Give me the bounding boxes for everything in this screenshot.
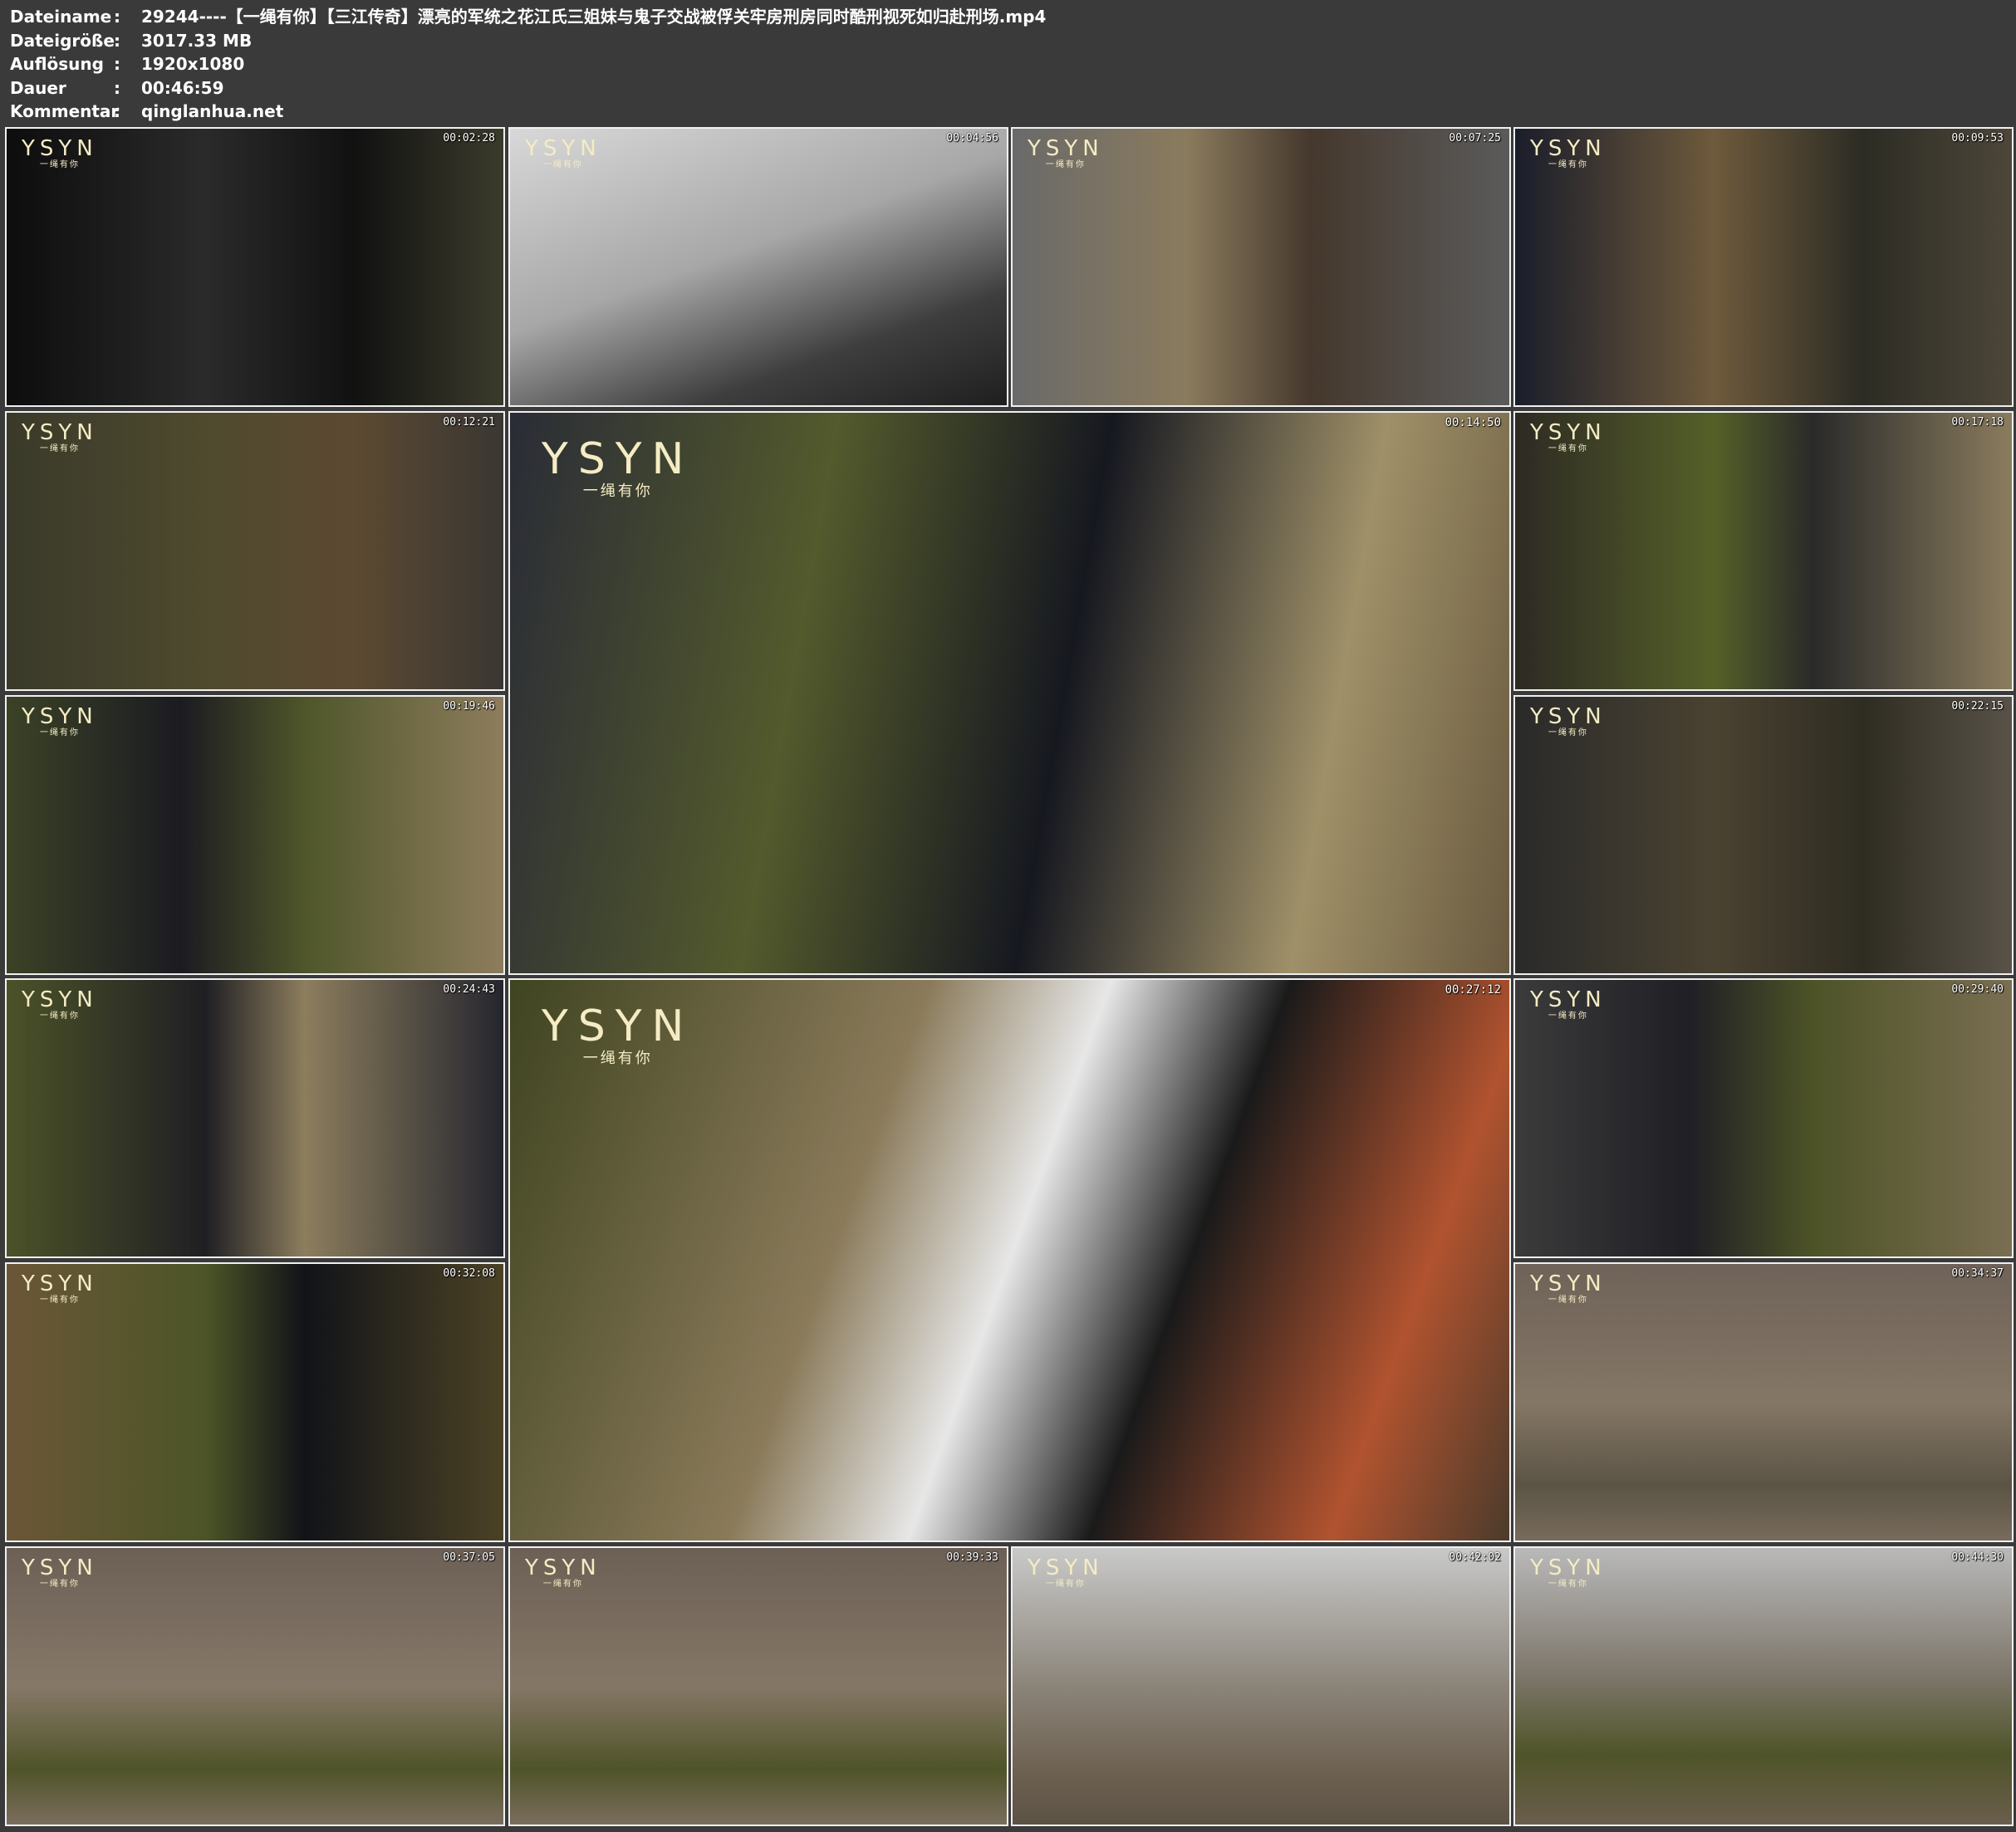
watermark-brand: YSYN bbox=[1530, 1271, 1606, 1296]
watermark-subtitle: 一绳有你 bbox=[39, 728, 80, 737]
watermark-brand: YSYN bbox=[22, 987, 98, 1012]
thumbnail-timestamp: 00:24:43 bbox=[443, 983, 495, 996]
watermark-brand: YSYN bbox=[525, 1555, 601, 1580]
ysyn-watermark-logo: YSYN 一绳有你 bbox=[22, 1272, 98, 1305]
watermark-subtitle: 一绳有你 bbox=[39, 1012, 80, 1021]
video-thumbnail: YSYN 一绳有你 00:12:21 bbox=[5, 411, 505, 691]
ysyn-watermark-logo: YSYN 一绳有你 bbox=[22, 137, 98, 170]
video-thumbnail: YSYN 一绳有你 00:14:50 bbox=[508, 411, 1511, 975]
video-thumbnail: YSYN 一绳有你 00:24:43 bbox=[5, 978, 505, 1258]
video-thumbnail: YSYN 一绳有你 00:02:28 bbox=[5, 127, 505, 407]
watermark-subtitle: 一绳有你 bbox=[542, 160, 583, 169]
video-thumbnail: YSYN 一绳有你 00:34:37 bbox=[1513, 1262, 2014, 1542]
watermark-brand: YSYN bbox=[22, 136, 98, 161]
thumbnail-timestamp: 00:09:53 bbox=[1951, 132, 2004, 145]
ysyn-watermark-logo: YSYN 一绳有你 bbox=[1530, 705, 1606, 738]
thumbnail-timestamp: 00:37:05 bbox=[443, 1551, 495, 1564]
thumbnail-timestamp: 00:17:18 bbox=[1951, 416, 2004, 429]
video-thumbnail: YSYN 一绳有你 00:09:53 bbox=[1513, 127, 2014, 407]
thumbnail-timestamp: 00:42:02 bbox=[1449, 1551, 1501, 1564]
thumbnail-timestamp: 00:02:28 bbox=[443, 132, 495, 145]
watermark-subtitle: 一绳有你 bbox=[542, 1580, 583, 1589]
video-thumbnail: YSYN 一绳有你 00:27:12 bbox=[508, 978, 1511, 1542]
ysyn-watermark-logo: YSYN 一绳有你 bbox=[1530, 1272, 1606, 1305]
watermark-brand: YSYN bbox=[1530, 420, 1606, 445]
watermark-brand: YSYN bbox=[1028, 136, 1104, 161]
ysyn-watermark-logo: YSYN 一绳有你 bbox=[542, 436, 694, 501]
thumbnail-timestamp: 00:19:46 bbox=[443, 700, 495, 713]
watermark-subtitle: 一绳有你 bbox=[1045, 1580, 1086, 1589]
video-thumbnail: YSYN 一绳有你 00:22:15 bbox=[1513, 695, 2014, 975]
thumbnail-timestamp: 00:14:50 bbox=[1445, 416, 1501, 429]
watermark-subtitle: 一绳有你 bbox=[39, 160, 80, 169]
thumbnail-timestamp: 00:44:30 bbox=[1951, 1551, 2004, 1564]
thumbnail-timestamp: 00:22:15 bbox=[1951, 700, 2004, 713]
ysyn-watermark-logo: YSYN 一绳有你 bbox=[542, 1003, 694, 1068]
ysyn-watermark-logo: YSYN 一绳有你 bbox=[22, 421, 98, 454]
thumbnail-timestamp: 00:07:25 bbox=[1449, 132, 1501, 145]
thumbnail-timestamp: 00:12:21 bbox=[443, 416, 495, 429]
watermark-subtitle: 一绳有你 bbox=[1548, 1296, 1588, 1305]
thumbnail-grid: YSYN 一绳有你 00:02:28 YSYN 一绳有你 00:04:56 YSYN 一绳有你… bbox=[0, 0, 2016, 1832]
video-thumbnail: YSYN 一绳有你 00:37:05 bbox=[5, 1546, 505, 1826]
watermark-subtitle: 一绳有你 bbox=[582, 1050, 653, 1067]
watermark-brand: YSYN bbox=[542, 1002, 694, 1051]
watermark-subtitle: 一绳有你 bbox=[1045, 160, 1086, 169]
watermark-subtitle: 一绳有你 bbox=[1548, 1580, 1588, 1589]
watermark-subtitle: 一绳有你 bbox=[582, 482, 653, 500]
watermark-subtitle: 一绳有你 bbox=[39, 444, 80, 453]
video-thumbnail: YSYN 一绳有你 00:04:56 bbox=[508, 127, 1008, 407]
watermark-subtitle: 一绳有你 bbox=[39, 1580, 80, 1589]
watermark-brand: YSYN bbox=[1530, 704, 1606, 729]
watermark-brand: YSYN bbox=[525, 136, 601, 161]
watermark-brand: YSYN bbox=[1028, 1555, 1104, 1580]
ysyn-watermark-logo: YSYN 一绳有你 bbox=[22, 988, 98, 1021]
thumbnail-timestamp: 00:32:08 bbox=[443, 1267, 495, 1280]
watermark-brand: YSYN bbox=[1530, 1555, 1606, 1580]
ysyn-watermark-logo: YSYN 一绳有你 bbox=[1028, 1556, 1104, 1590]
watermark-brand: YSYN bbox=[542, 434, 694, 484]
watermark-subtitle: 一绳有你 bbox=[1548, 1012, 1588, 1021]
video-thumbnail: YSYN 一绳有你 00:42:02 bbox=[1011, 1546, 1511, 1826]
ysyn-watermark-logo: YSYN 一绳有你 bbox=[1530, 421, 1606, 454]
video-thumbnail: YSYN 一绳有你 00:32:08 bbox=[5, 1262, 505, 1542]
thumbnail-timestamp: 00:39:33 bbox=[946, 1551, 998, 1564]
ysyn-watermark-logo: YSYN 一绳有你 bbox=[525, 137, 601, 170]
watermark-brand: YSYN bbox=[1530, 136, 1606, 161]
ysyn-watermark-logo: YSYN 一绳有你 bbox=[525, 1556, 601, 1590]
ysyn-watermark-logo: YSYN 一绳有你 bbox=[1028, 137, 1104, 170]
ysyn-watermark-logo: YSYN 一绳有你 bbox=[22, 705, 98, 738]
video-thumbnail: YSYN 一绳有你 00:44:30 bbox=[1513, 1546, 2014, 1826]
video-thumbnail: YSYN 一绳有你 00:39:33 bbox=[508, 1546, 1008, 1826]
ysyn-watermark-logo: YSYN 一绳有你 bbox=[1530, 137, 1606, 170]
video-thumbnail: YSYN 一绳有你 00:19:46 bbox=[5, 695, 505, 975]
ysyn-watermark-logo: YSYN 一绳有你 bbox=[1530, 1556, 1606, 1590]
video-thumbnail: YSYN 一绳有你 00:17:18 bbox=[1513, 411, 2014, 691]
watermark-subtitle: 一绳有你 bbox=[1548, 160, 1588, 169]
watermark-subtitle: 一绳有你 bbox=[1548, 728, 1588, 737]
thumbnail-timestamp: 00:34:37 bbox=[1951, 1267, 2004, 1280]
video-thumbnail: YSYN 一绳有你 00:29:40 bbox=[1513, 978, 2014, 1258]
thumbnail-timestamp: 00:29:40 bbox=[1951, 983, 2004, 996]
video-thumbnail: YSYN 一绳有你 00:07:25 bbox=[1011, 127, 1511, 407]
watermark-brand: YSYN bbox=[22, 420, 98, 445]
watermark-brand: YSYN bbox=[22, 1555, 98, 1580]
watermark-brand: YSYN bbox=[22, 704, 98, 729]
watermark-brand: YSYN bbox=[22, 1271, 98, 1296]
watermark-subtitle: 一绳有你 bbox=[1548, 444, 1588, 453]
thumbnail-timestamp: 00:27:12 bbox=[1445, 983, 1501, 997]
thumbnail-timestamp: 00:04:56 bbox=[946, 132, 998, 145]
ysyn-watermark-logo: YSYN 一绳有你 bbox=[22, 1556, 98, 1590]
ysyn-watermark-logo: YSYN 一绳有你 bbox=[1530, 988, 1606, 1021]
watermark-subtitle: 一绳有你 bbox=[39, 1296, 80, 1305]
watermark-brand: YSYN bbox=[1530, 987, 1606, 1012]
